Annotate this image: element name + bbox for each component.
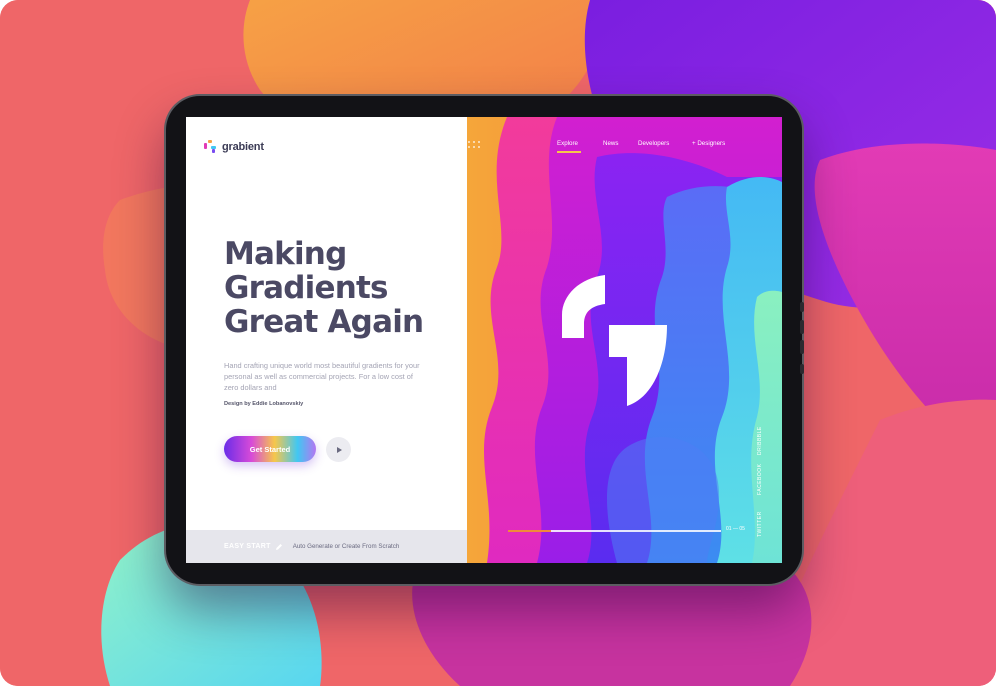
social-twitter[interactable]: TWITTER [757,511,763,537]
slider-progress-fill [508,530,551,532]
get-started-button[interactable]: Get Started [224,436,316,462]
hero-title-line: Great Again [224,304,424,340]
easy-start-bar: EASY START Auto Generate or Create From … [186,530,467,563]
hero-title: Making Gradients Great Again [224,236,424,340]
gradient-background-scene: grabient Making Gradients Great Again Ha… [0,0,996,686]
social-facebook[interactable]: FACEBOOK [757,463,763,495]
top-navigation: Explore News Developers + Designers [467,140,782,154]
nav-designers[interactable]: + Designers [692,140,725,147]
hero-description: Hand crafting unique world most beautifu… [224,361,420,392]
tablet-screen: grabient Making Gradients Great Again Ha… [186,117,782,563]
slider-counter: 01 — 05 [726,526,745,532]
nav-active-indicator [557,151,581,153]
hero-title-line: Gradients [224,270,388,306]
social-dribbble[interactable]: DRIBBBLE [757,426,763,455]
nav-developers[interactable]: Developers [638,140,669,147]
hero-gradient-panel: Explore News Developers + Designers TWIT… [467,117,782,563]
easy-start-label[interactable]: EASY START [224,543,271,550]
brand-logo[interactable]: grabient [203,139,264,154]
play-button[interactable] [326,437,351,462]
hero-credit[interactable]: Design by Eddie Lobanovskiy [224,401,303,407]
nav-news[interactable]: News [603,140,618,147]
wavy-gradient-art [467,117,782,563]
tablet-button [800,302,804,312]
tablet-button [800,364,804,374]
tablet-button [800,320,804,334]
auto-generate-link[interactable]: Auto Generate or Create From Scratch [293,543,400,550]
play-icon [337,446,342,453]
hero-left-panel: grabient Making Gradients Great Again Ha… [186,117,467,563]
grabient-logo-icon [204,140,216,153]
brand-name: grabient [222,140,264,153]
tablet-button [800,340,804,354]
nav-explore[interactable]: Explore [557,140,578,147]
grid-dots-icon[interactable] [467,140,481,150]
hero-title-line: Making [224,236,347,272]
pencil-icon [275,543,282,550]
